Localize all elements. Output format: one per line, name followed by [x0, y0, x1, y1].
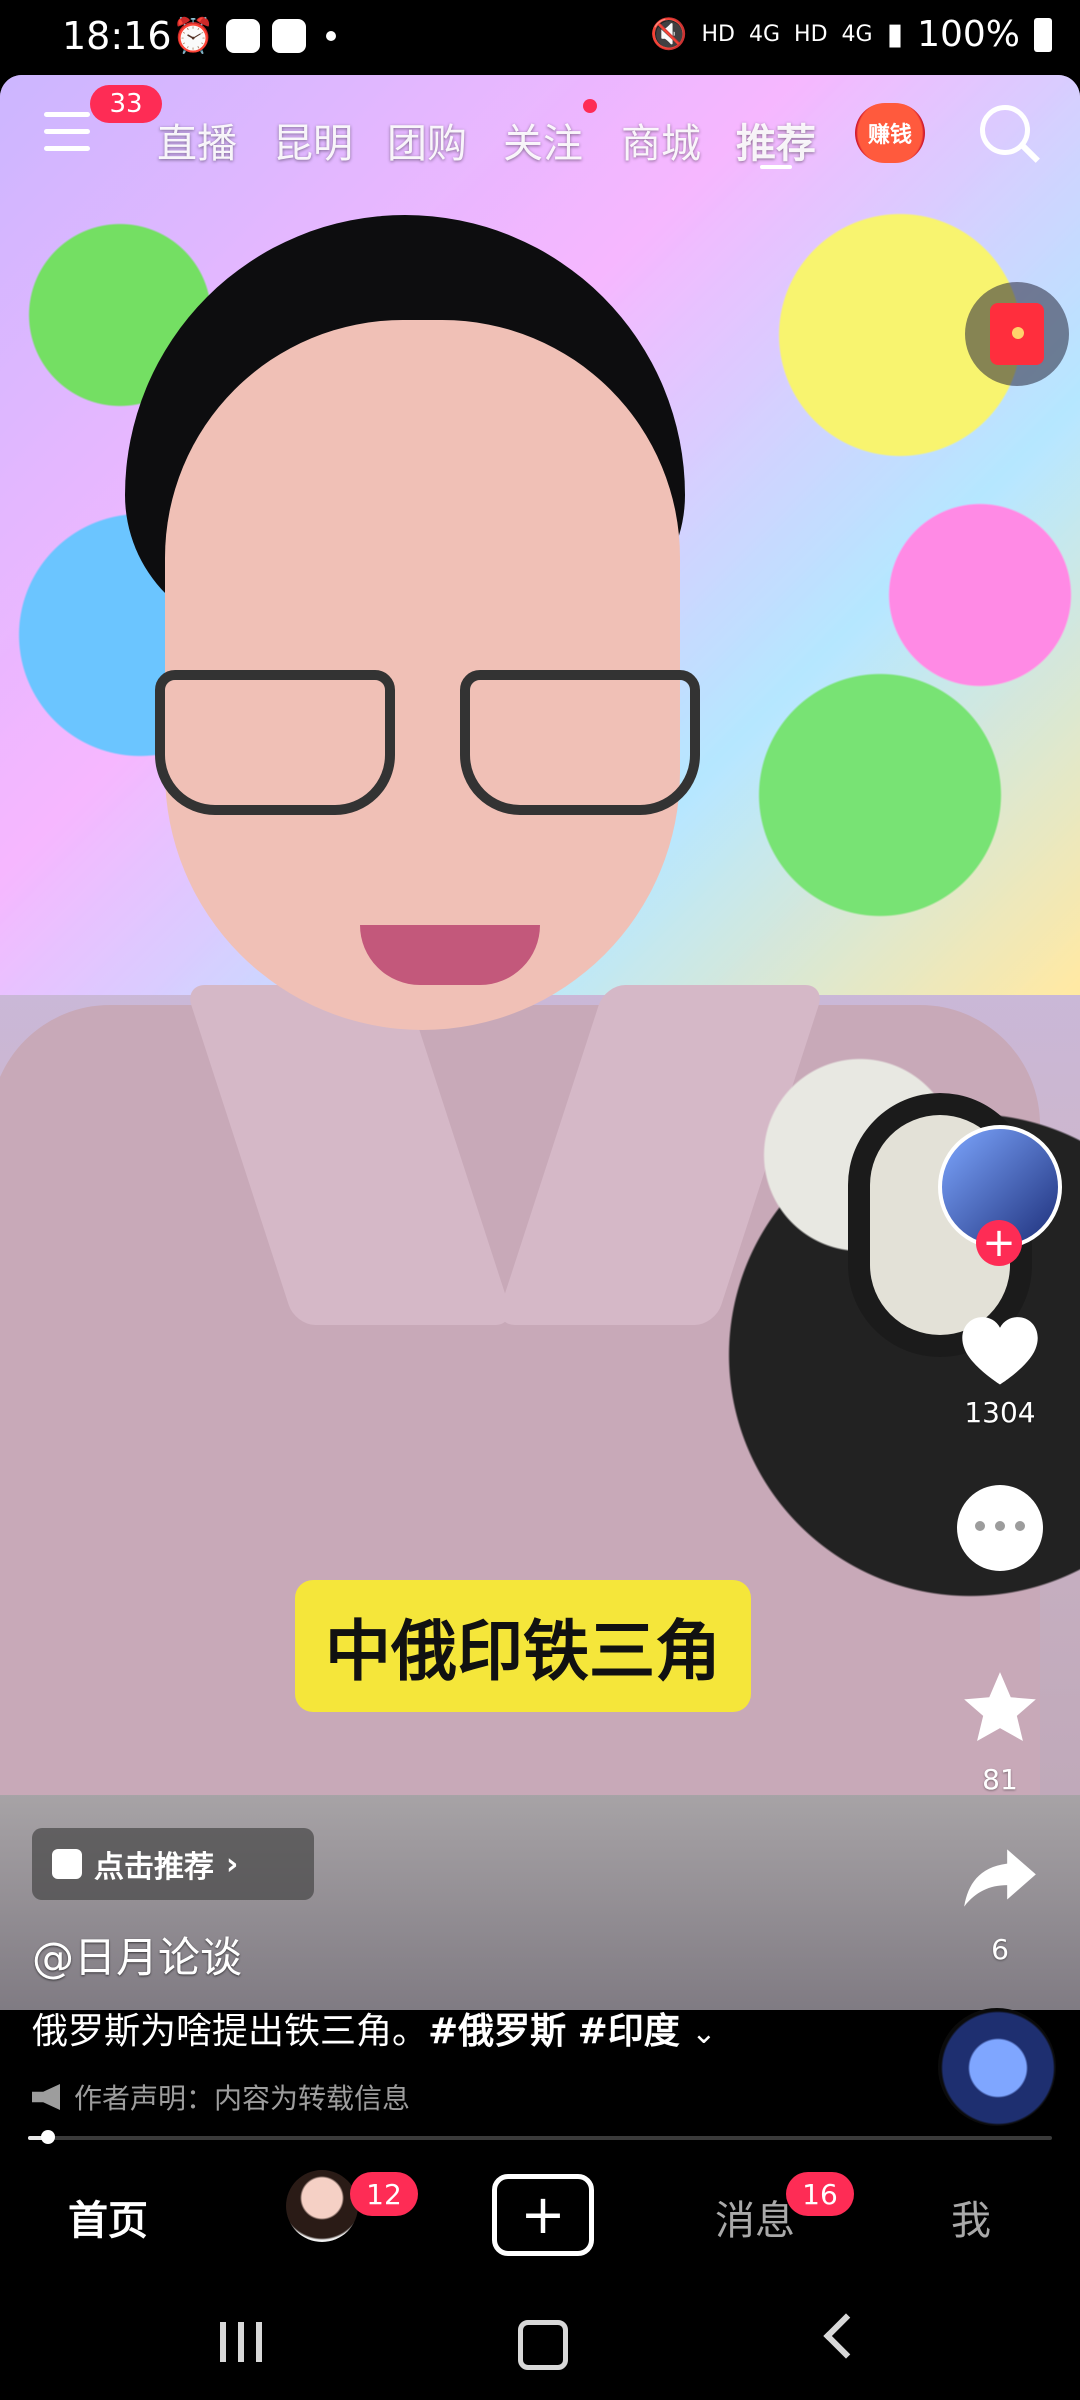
hashtag[interactable]: #俄罗斯 [428, 2011, 566, 2052]
red-packet-button[interactable] [965, 282, 1069, 386]
favorite-button[interactable]: 81 [950, 1665, 1050, 1796]
like-count: 1304 [964, 1396, 1036, 1429]
share-button[interactable]: 6 [950, 1835, 1050, 1966]
recommend-label: 点击推荐 [94, 1850, 214, 1885]
status-notification-icons: ⏰ [172, 16, 337, 56]
4g-label-1: 4G [748, 22, 781, 47]
tab-me[interactable]: 我 [951, 2188, 991, 2246]
tab-kunming[interactable]: 昆明 [273, 111, 353, 169]
top-nav: 33 直播 昆明 团购 关注 商城 推荐 赚钱 [0, 75, 1080, 195]
comment-icon [957, 1485, 1043, 1571]
thumbs-up-icon [52, 1849, 82, 1879]
system-navigation [0, 2270, 1080, 2400]
menu-badge: 33 [90, 85, 162, 123]
hashtag[interactable]: #印度 [578, 2011, 680, 2052]
search-icon[interactable] [980, 105, 1030, 155]
earn-money-button[interactable]: 赚钱 [855, 103, 925, 163]
status-bar: 18:16 ⏰ 🔇 HD 4G HD 4G ▮ 100% [0, 0, 1080, 75]
favorite-count: 81 [982, 1763, 1018, 1796]
back-icon[interactable] [823, 2313, 869, 2359]
video-description[interactable]: 俄罗斯为啥提出铁三角。#俄罗斯 #印度 ⌄ [32, 2002, 716, 2054]
glasses-right-lens [460, 670, 700, 815]
heart-icon [957, 1310, 1043, 1388]
app-notification-icon-2 [272, 19, 307, 53]
video-player[interactable]: 中俄印铁三角 [0, 75, 1080, 2010]
battery-icon [1034, 17, 1052, 52]
recommend-button[interactable]: 点击推荐 › [32, 1828, 314, 1900]
menu-icon[interactable] [44, 112, 90, 152]
tab-friends-avatar[interactable] [286, 2170, 358, 2242]
glasses-left-lens [155, 670, 395, 815]
chevron-right-icon: › [226, 1846, 239, 1882]
messages-badge: 16 [786, 2172, 854, 2216]
tab-messages[interactable]: 消息 [715, 2188, 795, 2246]
tab-home[interactable]: 首页 [68, 2188, 148, 2246]
friends-badge: 12 [350, 2172, 418, 2216]
declaration-text: 作者声明：内容为转载信息 [74, 2082, 411, 2115]
home-icon[interactable] [518, 2320, 568, 2370]
4g-label-2: 4G [841, 22, 873, 47]
app-notification-icon [226, 19, 261, 53]
bottom-tabbar: 首页 12 + 消息 16 我 [0, 2150, 1080, 2270]
presenter [0, 145, 1040, 2010]
hd-label-1: HD [701, 22, 735, 47]
tab-recommend[interactable]: 推荐 [736, 111, 816, 169]
description-text: 俄罗斯为啥提出铁三角。 [32, 2011, 429, 2052]
signal-icon: ▮ [886, 17, 904, 52]
video-progress[interactable] [28, 2130, 1052, 2144]
chevron-down-icon[interactable]: ⌄ [691, 2016, 716, 2051]
alarm-icon: ⏰ [172, 16, 215, 56]
tab-mall[interactable]: 商城 [621, 111, 701, 169]
hd-label-2: HD [794, 22, 828, 47]
share-icon [950, 1835, 1050, 1925]
tab-group-buy[interactable]: 团购 [387, 111, 467, 169]
active-tab-indicator [760, 165, 792, 169]
video-caption: 中俄印铁三角 [295, 1580, 751, 1712]
red-envelope-icon [990, 303, 1044, 365]
share-count: 6 [991, 1933, 1009, 1966]
status-time: 18:16 [62, 14, 172, 58]
battery-text: 100% [917, 14, 1020, 55]
author-declaration: 作者声明：内容为转载信息 [32, 2077, 410, 2117]
username[interactable]: @日月论谈 [32, 1924, 242, 1985]
speaker-icon [32, 2084, 60, 2110]
create-button[interactable]: + [492, 2174, 594, 2256]
follow-plus-button[interactable]: + [976, 1220, 1022, 1266]
star-icon [950, 1665, 1050, 1755]
status-right-cluster: 🔇 HD 4G HD 4G ▮ 100% [650, 14, 1052, 55]
following-dot [583, 99, 597, 113]
recents-icon[interactable] [220, 2322, 262, 2362]
like-button[interactable]: 1304 [950, 1310, 1050, 1429]
mute-icon: 🔇 [650, 17, 688, 52]
tab-live[interactable]: 直播 [157, 111, 237, 169]
music-disc[interactable] [938, 2008, 1056, 2126]
more-dot-icon [326, 31, 337, 41]
comment-button[interactable] [950, 1485, 1050, 1571]
tab-following[interactable]: 关注 [503, 111, 583, 169]
